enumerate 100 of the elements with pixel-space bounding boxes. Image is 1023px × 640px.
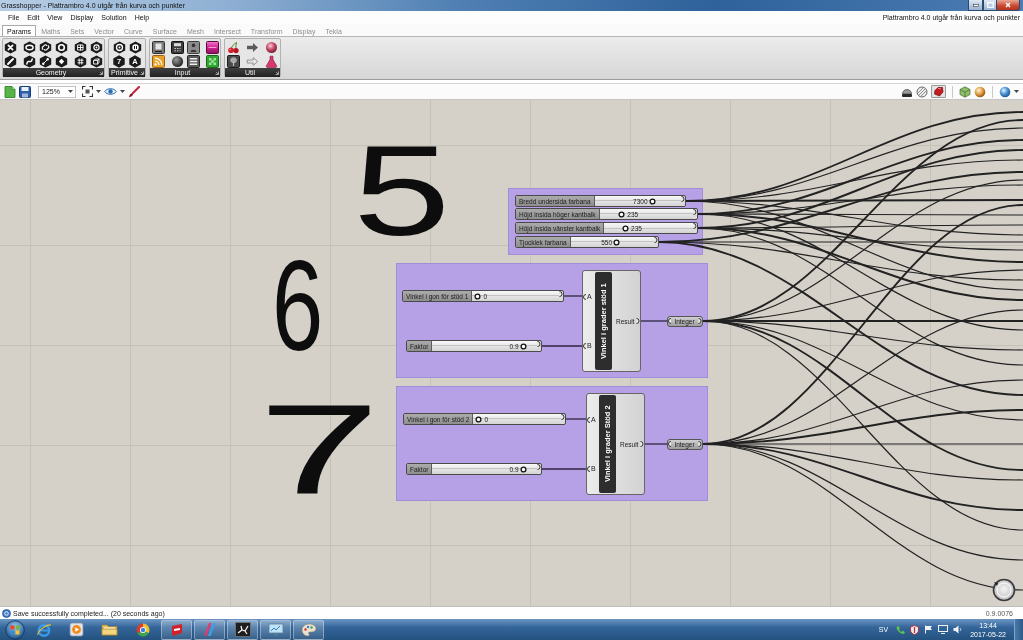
figure-icon	[234, 622, 251, 637]
connector-icon	[640, 441, 644, 447]
browser-icon[interactable]	[35, 621, 52, 638]
person-icon[interactable]	[186, 41, 200, 54]
connector-icon	[561, 414, 565, 420]
connector-icon	[587, 465, 590, 472]
hexagon-icon[interactable]	[74, 55, 87, 68]
sphere-icon[interactable]	[265, 41, 278, 54]
minimize-button[interactable]	[968, 0, 983, 11]
expand-icon[interactable]	[275, 70, 279, 75]
hexagon-icon[interactable]	[90, 41, 103, 54]
expand-icon[interactable]	[99, 70, 103, 75]
flask-icon[interactable]	[265, 55, 278, 68]
connector-icon	[583, 342, 586, 349]
connector-icon	[668, 441, 671, 447]
brush-icon[interactable]	[128, 85, 140, 98]
start-icon[interactable]	[3, 619, 27, 640]
hexagon-icon[interactable]	[39, 55, 52, 68]
wire	[541, 468, 587, 470]
sphere-icon[interactable]	[974, 85, 986, 98]
close-icon	[1005, 2, 1011, 8]
tree-icon[interactable]	[227, 55, 240, 68]
slider-grip[interactable]	[618, 210, 626, 218]
arrow-icon[interactable]	[246, 41, 259, 54]
cube-icon[interactable]	[959, 85, 971, 98]
expand-icon[interactable]	[140, 70, 144, 75]
caret-icon	[96, 90, 101, 93]
monitor-icon	[267, 622, 284, 637]
sphere-icon[interactable]	[170, 55, 184, 68]
hexagon-icon[interactable]	[23, 41, 36, 54]
document-icon[interactable]	[4, 85, 16, 98]
save-icon[interactable]	[19, 85, 31, 98]
connector-icon	[654, 237, 658, 243]
sphere-icon[interactable]	[999, 85, 1011, 98]
wire	[565, 418, 587, 420]
wire	[541, 345, 583, 347]
taskbar-button[interactable]	[227, 619, 258, 640]
caret-icon	[68, 90, 73, 93]
close-button[interactable]	[997, 0, 1020, 11]
handwritten-number: 6	[272, 258, 324, 354]
connector-icon	[587, 416, 590, 423]
shield-icon[interactable]	[910, 624, 920, 635]
hexagon-icon[interactable]	[90, 55, 103, 68]
list-icon[interactable]	[186, 55, 200, 68]
navigation-wheel-icon[interactable]	[992, 578, 1016, 602]
stripes-icon	[201, 622, 218, 637]
caret-icon	[1014, 90, 1019, 93]
connector-icon	[681, 196, 685, 202]
connector-icon	[698, 441, 702, 447]
connector-icon	[693, 223, 697, 229]
hexagon-icon[interactable]	[23, 55, 36, 68]
connector-icon	[537, 341, 541, 347]
handwritten-number: 7	[258, 402, 381, 498]
hexagon-icon[interactable]	[4, 55, 17, 68]
monitor-icon[interactable]	[938, 625, 949, 634]
browser-icon[interactable]	[134, 621, 151, 638]
hexagon-icon[interactable]	[55, 55, 68, 68]
minimize-icon	[972, 3, 979, 7]
hexagon-icon[interactable]	[39, 41, 52, 54]
caret-icon	[120, 90, 125, 93]
gem-icon[interactable]	[933, 86, 944, 97]
handwritten-number: 5	[353, 143, 451, 239]
wire	[563, 295, 583, 297]
hexagon-icon[interactable]	[112, 41, 126, 54]
phone-icon[interactable]	[896, 625, 906, 634]
grid-icon[interactable]	[205, 55, 219, 68]
slider-grip[interactable]	[474, 292, 482, 300]
wire	[640, 320, 668, 322]
show-desktop-button[interactable]	[1014, 619, 1023, 640]
play-icon[interactable]	[69, 622, 84, 637]
maximize-icon	[986, 2, 994, 8]
palette-icon	[300, 622, 317, 637]
connector-icon	[698, 318, 702, 324]
connector-icon	[537, 464, 541, 470]
cherries-icon[interactable]	[227, 41, 240, 54]
slider-grip[interactable]	[613, 238, 620, 246]
folder-icon[interactable]	[101, 622, 118, 637]
connector-icon	[668, 318, 671, 324]
hexagon-icon[interactable]	[4, 41, 17, 54]
connector-icon	[583, 293, 586, 300]
expand-icon[interactable]	[215, 70, 219, 75]
hexagon-icon[interactable]	[128, 41, 142, 54]
hexagon-icon[interactable]	[55, 41, 68, 54]
flag-icon[interactable]	[924, 625, 934, 634]
zoom-extents-icon[interactable]	[82, 86, 93, 97]
feed-icon[interactable]	[151, 55, 165, 68]
slider-grip[interactable]	[475, 415, 483, 423]
slider-grip[interactable]	[622, 224, 630, 232]
hexagon-icon[interactable]	[74, 41, 87, 54]
calculator-icon[interactable]	[170, 41, 184, 54]
connector-icon	[559, 291, 563, 297]
gradient-icon[interactable]	[205, 41, 219, 54]
slider-grip[interactable]	[648, 197, 656, 205]
image-icon[interactable]	[151, 41, 165, 54]
connector-icon	[693, 209, 697, 215]
slider-grip[interactable]	[519, 465, 527, 473]
slider-grip[interactable]	[519, 342, 527, 350]
speaker-icon[interactable]	[953, 625, 963, 634]
wire	[644, 443, 668, 445]
eye-icon[interactable]	[104, 87, 117, 96]
